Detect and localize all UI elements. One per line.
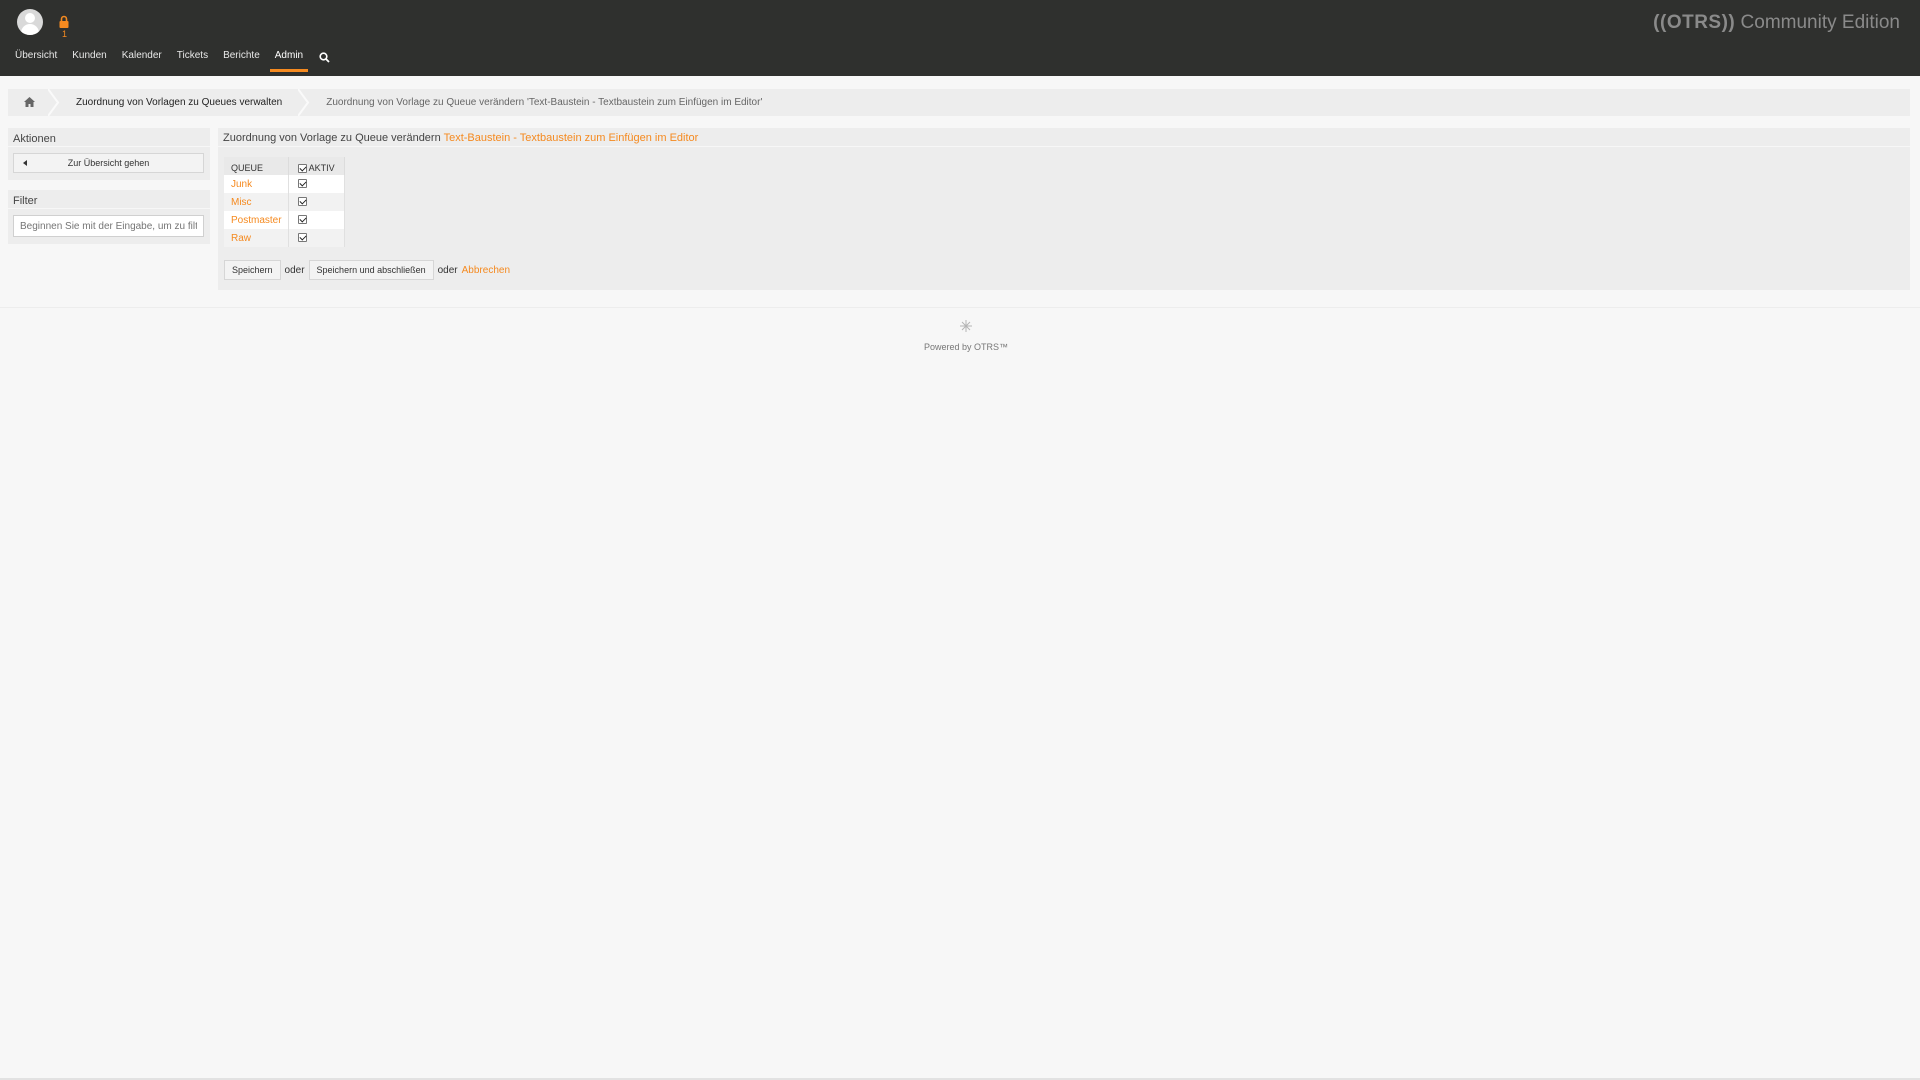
or-text: oder: [437, 264, 458, 276]
nav-item-tickets[interactable]: Tickets: [172, 46, 213, 72]
queue-link[interactable]: Raw: [224, 229, 289, 247]
template-link[interactable]: Text-Baustein - Textbaustein zum Einfüge…: [444, 132, 699, 144]
nav-item-uebersicht[interactable]: Übersicht: [10, 46, 62, 72]
table-row: Junk: [224, 175, 345, 193]
search-icon: [319, 52, 330, 63]
table-row: Raw: [224, 229, 345, 247]
nav-item-kunden[interactable]: Kunden: [67, 46, 111, 72]
cancel-link[interactable]: Abbrechen: [462, 265, 510, 276]
form-actions: Speichern oder Speichern und abschließen…: [224, 260, 510, 280]
queue-link[interactable]: Postmaster: [224, 211, 289, 229]
caret-left-icon: [23, 160, 27, 166]
filter-input[interactable]: [13, 215, 204, 237]
locked-tickets-count[interactable]: 1: [62, 29, 67, 39]
top-bar: 1 ((OTRS)) Community Edition Übersicht K…: [0, 0, 1920, 76]
filter-widget: Filter: [8, 190, 210, 244]
column-header-queue[interactable]: QUEUE: [224, 157, 289, 175]
main-nav: Übersicht Kunden Kalender Tickets Berich…: [10, 46, 335, 72]
save-button[interactable]: Speichern: [224, 260, 281, 280]
lock-icon[interactable]: [59, 15, 69, 29]
nav-item-berichte[interactable]: Berichte: [218, 46, 265, 72]
back-to-overview-button[interactable]: Zur Übersicht gehen: [13, 153, 204, 173]
breadcrumb-item-current: Zuordnung von Vorlage zu Queue verändern…: [326, 97, 763, 108]
sidebar: Aktionen Zur Übersicht gehen Filter: [8, 128, 210, 254]
column-header-active: AKTIV: [288, 157, 345, 175]
breadcrumb-separator-icon: [48, 89, 60, 116]
home-icon: [24, 97, 35, 107]
breadcrumb-separator-icon: [298, 89, 310, 116]
main-content: Zuordnung von Vorlage zu Queue verändern…: [218, 128, 1910, 290]
actions-widget: Aktionen Zur Übersicht gehen: [8, 128, 210, 180]
footer-divider: [0, 307, 1920, 308]
breadcrumb: Zuordnung von Vorlagen zu Queues verwalt…: [8, 89, 1910, 116]
content-title: Zuordnung von Vorlage zu Queue verändern…: [218, 128, 1910, 147]
nav-item-kalender[interactable]: Kalender: [117, 46, 167, 72]
filter-title: Filter: [8, 190, 210, 209]
or-text: oder: [284, 264, 305, 276]
save-and-close-button[interactable]: Speichern und abschließen: [308, 260, 434, 280]
queue-active-checkbox[interactable]: [297, 233, 307, 243]
queue-table: QUEUE AKTIV Junk Misc Postmaster Raw: [224, 157, 345, 247]
breadcrumb-home[interactable]: [8, 89, 48, 116]
queue-active-checkbox[interactable]: [297, 215, 307, 225]
actions-title: Aktionen: [8, 128, 210, 147]
queue-active-checkbox[interactable]: [297, 197, 307, 207]
nav-search[interactable]: [315, 46, 335, 68]
powered-by-text: Powered by OTRS™: [923, 342, 1009, 352]
queue-active-checkbox[interactable]: [297, 179, 307, 189]
breadcrumb-item-manage[interactable]: Zuordnung von Vorlagen zu Queues verwalt…: [60, 89, 298, 116]
nav-item-admin[interactable]: Admin: [269, 46, 309, 72]
select-all-checkbox[interactable]: [297, 163, 307, 173]
queue-link[interactable]: Junk: [224, 175, 289, 193]
table-row: Postmaster: [224, 211, 345, 229]
otrs-logo: ((OTRS)) Community Edition: [1653, 12, 1900, 33]
user-avatar[interactable]: [17, 9, 43, 35]
queue-link[interactable]: Misc: [224, 193, 289, 211]
otrs-footer-icon: [960, 320, 972, 332]
table-row: Misc: [224, 193, 345, 211]
